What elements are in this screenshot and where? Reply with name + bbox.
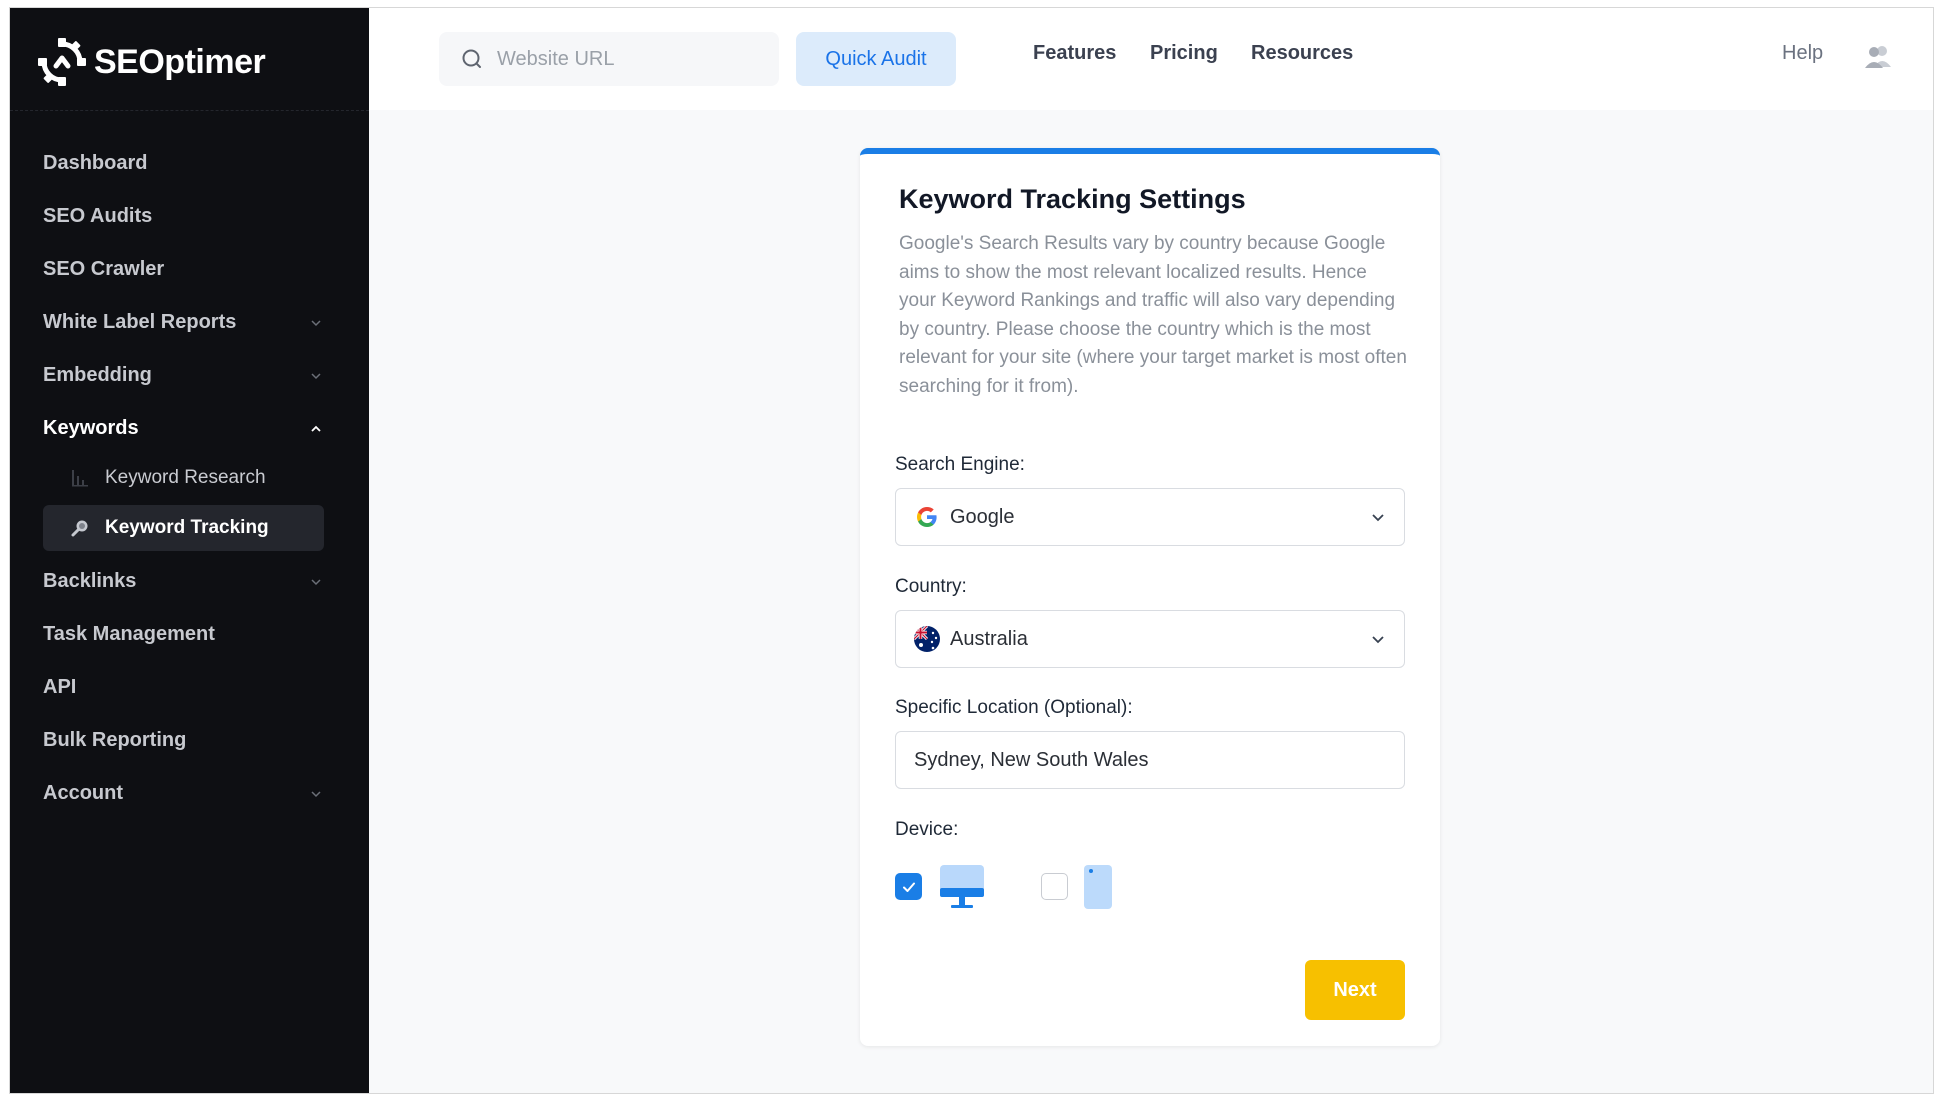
users-icon[interactable] <box>1863 43 1893 71</box>
sidebar-item-label: Backlinks <box>43 570 137 592</box>
chevron-down-icon <box>311 578 321 585</box>
sidebar-item-seo-audits[interactable]: SEO Audits <box>10 190 369 243</box>
chevron-down-icon <box>1372 514 1384 522</box>
desktop-checkbox[interactable] <box>895 873 922 900</box>
logo-text: SEOptimer <box>94 42 266 81</box>
sidebar-item-dashboard[interactable]: Dashboard <box>10 137 369 190</box>
search-engine-label: Search Engine: <box>895 454 1025 475</box>
mobile-icon[interactable] <box>1083 864 1113 910</box>
sidebar-subitem-label: Keyword Research <box>105 467 266 488</box>
sidebar-item-label: Dashboard <box>43 152 148 174</box>
location-label: Specific Location (Optional): <box>895 697 1133 718</box>
search-icon <box>462 49 481 68</box>
nav-link-features[interactable]: Features <box>1033 42 1116 65</box>
chevron-down-icon <box>311 372 321 379</box>
chevron-down-icon <box>1372 636 1384 644</box>
desktop-icon[interactable] <box>939 864 985 910</box>
sidebar-subitem-keyword-research[interactable]: Keyword Research <box>43 455 324 501</box>
country-label: Country: <box>895 576 967 597</box>
card-title: Keyword Tracking Settings <box>899 184 1246 214</box>
country-select[interactable]: Australia <box>895 610 1405 668</box>
sidebar-item-label: API <box>43 676 77 698</box>
sidebar-item-label: SEO Audits <box>43 205 153 227</box>
nav-link-resources[interactable]: Resources <box>1251 42 1353 65</box>
sidebar-item-label: Keywords <box>43 417 139 439</box>
bar-chart-icon <box>69 467 91 489</box>
check-icon <box>902 882 915 892</box>
help-link[interactable]: Help <box>1782 42 1823 65</box>
search-engine-value: Google <box>950 505 1015 528</box>
sidebar-item-task-management[interactable]: Task Management <box>10 608 369 661</box>
sidebar-item-label: Embedding <box>43 364 152 386</box>
sidebar-item-bulk-reporting[interactable]: Bulk Reporting <box>10 714 369 767</box>
top-bar: Quick Audit Features Pricing Resources H… <box>369 8 1933 110</box>
sidebar-item-white-label-reports[interactable]: White Label Reports <box>10 296 369 349</box>
url-input[interactable] <box>497 47 767 71</box>
sidebar-item-keywords[interactable]: Keywords <box>10 402 369 455</box>
sidebar-item-label: White Label Reports <box>43 311 237 333</box>
app-window: SEOptimer Dashboard SEO Audits SEO Crawl… <box>9 7 1934 1094</box>
magnifier-icon <box>69 517 91 539</box>
card-description: Google's Search Results vary by country … <box>899 233 1407 397</box>
keyword-tracking-settings-card: Keyword Tracking Settings Google's Searc… <box>860 148 1440 1046</box>
location-input[interactable] <box>895 731 1405 789</box>
google-icon <box>914 504 940 530</box>
country-value: Australia <box>950 627 1028 650</box>
quick-audit-button[interactable]: Quick Audit <box>796 32 956 86</box>
sidebar-item-seo-crawler[interactable]: SEO Crawler <box>10 243 369 296</box>
chevron-up-icon <box>311 425 321 432</box>
sidebar-item-label: Bulk Reporting <box>43 729 187 751</box>
sidebar-divider <box>10 110 369 111</box>
sidebar-item-label: Task Management <box>43 623 215 645</box>
chevron-down-icon <box>311 319 321 326</box>
sidebar: SEOptimer Dashboard SEO Audits SEO Crawl… <box>10 8 369 1093</box>
sidebar-item-embedding[interactable]: Embedding <box>10 349 369 402</box>
device-label: Device: <box>895 819 959 840</box>
nav-link-pricing[interactable]: Pricing <box>1150 42 1218 65</box>
logo[interactable]: SEOptimer <box>36 34 266 90</box>
next-button[interactable]: Next <box>1305 960 1405 1020</box>
australia-flag-icon <box>914 626 940 652</box>
search-engine-select[interactable]: Google <box>895 488 1405 546</box>
sidebar-item-account[interactable]: Account <box>10 767 369 820</box>
sidebar-item-label: Account <box>43 782 123 804</box>
mobile-checkbox[interactable] <box>1041 873 1068 900</box>
sidebar-item-backlinks[interactable]: Backlinks <box>10 555 369 608</box>
url-search[interactable] <box>439 32 779 86</box>
sidebar-subitem-label: Keyword Tracking <box>105 517 269 538</box>
chevron-down-icon <box>311 790 321 797</box>
gear-logo-icon <box>38 38 86 86</box>
sidebar-subitem-keyword-tracking[interactable]: Keyword Tracking <box>43 505 324 551</box>
sidebar-item-api[interactable]: API <box>10 661 369 714</box>
sidebar-item-label: SEO Crawler <box>43 258 165 280</box>
sidebar-nav: Dashboard SEO Audits SEO Crawler White L… <box>10 137 369 820</box>
